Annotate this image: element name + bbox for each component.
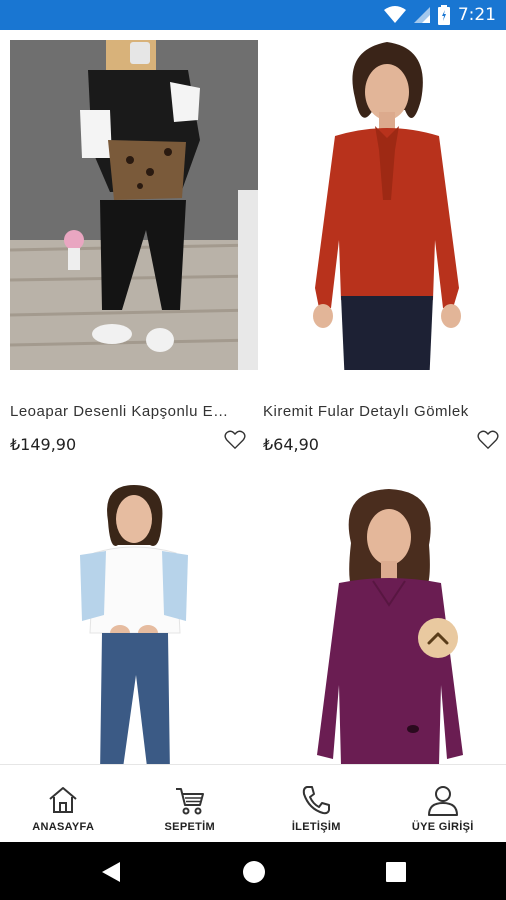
home-icon bbox=[49, 787, 77, 813]
product-price: ₺149,90 bbox=[10, 435, 77, 454]
nav-item-login[interactable]: ÜYE GİRİŞİ bbox=[380, 765, 506, 842]
back-icon[interactable] bbox=[100, 860, 122, 884]
heart-icon[interactable] bbox=[477, 430, 499, 450]
nav-label: İLETİŞİM bbox=[291, 821, 341, 833]
phone-icon bbox=[303, 786, 331, 815]
nav-label: ÜYE GİRİŞİ bbox=[411, 821, 474, 833]
signal-icon bbox=[413, 7, 430, 23]
user-icon bbox=[427, 786, 458, 816]
nav-label: ANASAYFA bbox=[32, 821, 95, 833]
scroll-top-button[interactable] bbox=[418, 618, 458, 658]
nav-item-home[interactable]: ANASAYFA bbox=[0, 765, 127, 842]
product-photo-white-blouse bbox=[10, 485, 258, 764]
chevron-up-icon bbox=[427, 632, 449, 645]
nav-item-cart[interactable]: SEPETİM bbox=[127, 765, 254, 842]
recents-icon[interactable] bbox=[386, 862, 406, 882]
product-grid[interactable]: Leoapar Desenli Kapşonlu Eşofman Takımı … bbox=[0, 30, 506, 764]
product-image[interactable] bbox=[263, 40, 506, 370]
product-image[interactable] bbox=[263, 485, 506, 764]
status-icons: 7:21 bbox=[383, 4, 496, 26]
status-time: 7:21 bbox=[457, 5, 496, 25]
product-image[interactable] bbox=[10, 40, 258, 370]
home-circle-icon[interactable] bbox=[242, 860, 266, 884]
bottom-nav: ANASAYFA SEPETİM İLETİŞİM ÜYE GİRİŞİ bbox=[0, 764, 506, 842]
nav-label: SEPETİM bbox=[164, 821, 215, 833]
battery-icon bbox=[437, 5, 450, 25]
product-price: ₺64,90 bbox=[263, 435, 319, 454]
cart-icon bbox=[175, 788, 204, 815]
product-photo-tracksuit bbox=[10, 40, 258, 370]
product-photo-red-blouse bbox=[263, 40, 506, 370]
heart-icon[interactable] bbox=[224, 430, 246, 450]
product-name[interactable]: Kiremit Fular Detaylı Gömlek bbox=[263, 403, 485, 420]
nav-item-contact[interactable]: İLETİŞİM bbox=[253, 765, 380, 842]
status-bar: 7:21 bbox=[0, 0, 506, 30]
wifi-icon bbox=[383, 6, 406, 23]
product-photo-purple-sweater bbox=[263, 485, 506, 764]
product-image[interactable] bbox=[10, 485, 258, 764]
system-nav-bar bbox=[0, 842, 506, 900]
product-name[interactable]: Leoapar Desenli Kapşonlu Eşofman Takımı bbox=[10, 403, 232, 420]
